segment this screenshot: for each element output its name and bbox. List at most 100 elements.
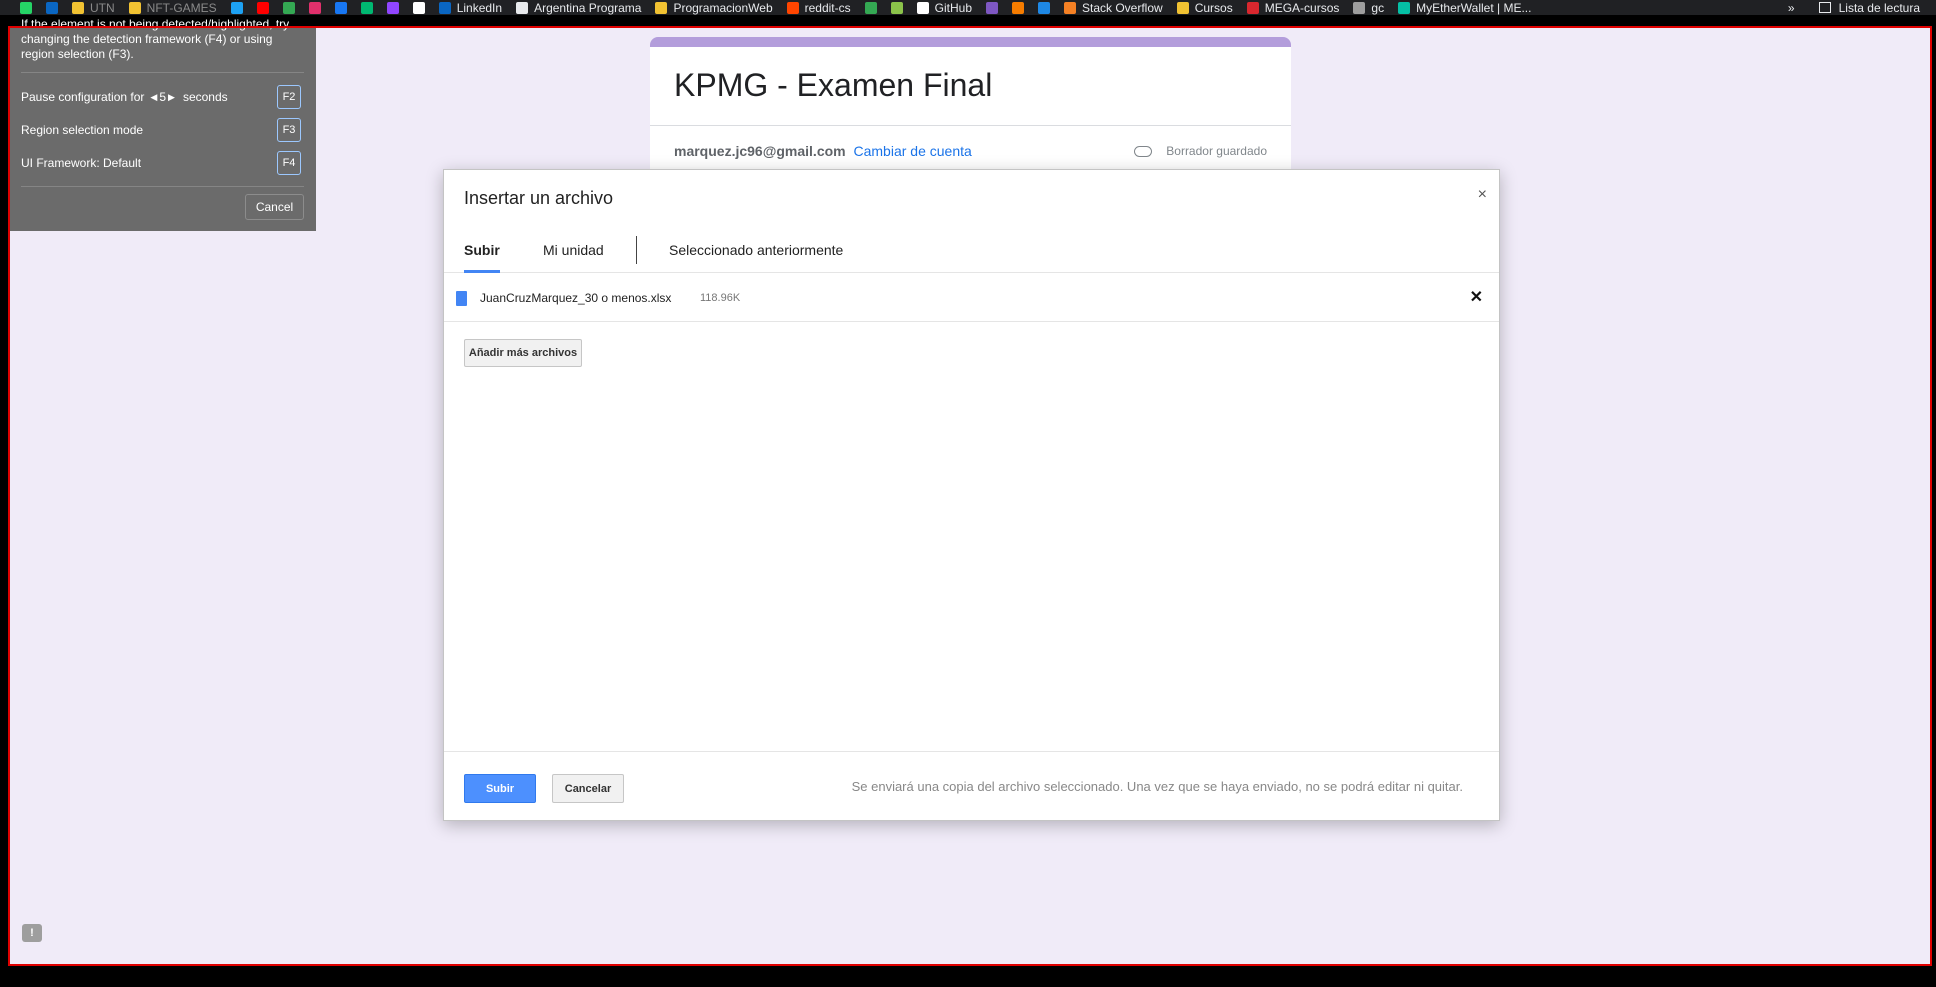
f2-key-button[interactable]: F2	[277, 85, 301, 109]
increase-arrow-icon[interactable]: ▶	[168, 92, 175, 103]
bookmark-favicon-icon	[412, 1, 425, 14]
bookmark-item[interactable]: reddit-cs	[786, 0, 851, 15]
bookmark-favicon-icon	[1064, 1, 1076, 14]
reading-list-label: Lista de lectura	[1838, 0, 1920, 15]
upload-button[interactable]: Subir	[464, 774, 536, 803]
remove-file-icon[interactable]: ✕	[1470, 287, 1483, 307]
bookmark-item[interactable]: ProgramacionWeb	[655, 0, 773, 15]
pause-value: 5	[159, 90, 167, 104]
bookmark-item[interactable]	[282, 1, 301, 14]
region-label: Region selection mode	[21, 123, 144, 137]
reading-list-icon	[1818, 2, 1831, 13]
bookmark-item[interactable]	[20, 1, 38, 14]
reading-list-button[interactable]: Lista de lectura	[1818, 0, 1920, 15]
draft-status: Borrador guardado	[1134, 144, 1267, 158]
f4-key-button[interactable]: F4	[277, 151, 301, 175]
tab-my-drive[interactable]: Mi unidad	[543, 228, 604, 272]
bookmark-favicon-icon	[916, 1, 929, 14]
bookmark-item[interactable]: Cursos	[1176, 0, 1233, 15]
bookmark-item[interactable]	[864, 1, 883, 14]
bookmark-label: reddit-cs	[804, 0, 851, 15]
framework-label: UI Framework: Default	[21, 156, 142, 170]
bookmark-item[interactable]	[412, 1, 431, 14]
dialog-footer: Subir Cancelar Se enviará una copia del …	[444, 751, 1499, 821]
bookmark-item[interactable]: gc	[1353, 0, 1385, 15]
bookmark-item[interactable]	[334, 1, 353, 14]
form-title: KPMG - Examen Final	[674, 67, 993, 103]
bookmark-favicon-icon	[256, 1, 269, 14]
bookmark-label: NFT-GAMES	[146, 0, 217, 15]
account-email: marquez.jc96@gmail.com	[674, 143, 846, 159]
bookmark-label: ProgramacionWeb	[673, 0, 773, 15]
bookmark-item[interactable]: LinkedIn	[438, 0, 503, 15]
bookmark-item[interactable]	[46, 1, 64, 14]
bookmark-item[interactable]	[1012, 1, 1030, 14]
bookmark-favicon-icon	[282, 1, 295, 14]
upload-note: Se enviará una copia del archivo selecci…	[851, 779, 1463, 794]
draft-status-label: Borrador guardado	[1166, 144, 1267, 158]
f3-key-button[interactable]: F3	[277, 118, 301, 142]
pause-unit: seconds	[182, 90, 228, 104]
insert-file-dialog: Insertar un archivo × Subir Mi unidad Se…	[443, 169, 1500, 821]
bookmark-item[interactable]: UTN	[72, 1, 115, 14]
bookmark-item[interactable]	[386, 1, 405, 14]
tab-previously-selected[interactable]: Seleccionado anteriormente	[669, 228, 843, 272]
tab-separator	[636, 236, 637, 264]
bookmark-item[interactable]	[986, 1, 1004, 14]
bookmark-favicon-icon	[1176, 1, 1189, 14]
divider	[650, 125, 1291, 126]
cancel-button[interactable]: Cancelar	[552, 774, 624, 803]
bookmark-item[interactable]	[360, 1, 379, 14]
bottom-strip	[0, 966, 1936, 987]
more-bookmarks-button[interactable]: »	[1788, 1, 1795, 15]
bookmark-item[interactable]	[256, 1, 275, 14]
file-name: JuanCruzMarquez_30 o menos.xlsx	[480, 291, 672, 305]
bookmark-label: Stack Overflow	[1082, 0, 1163, 15]
bookmark-list: UTN NFT-GAMES LinkedIn Argentina Programa Pr…	[20, 0, 1545, 15]
bookmark-favicon-icon	[986, 1, 998, 14]
bookmark-item[interactable]: Argentina Programa	[516, 1, 641, 14]
bookmark-item[interactable]	[1038, 1, 1056, 14]
pause-label: Pause configuration for	[21, 90, 145, 104]
bookmark-item[interactable]	[230, 1, 249, 14]
bookmark-favicon-icon	[230, 1, 243, 14]
bookmark-favicon-icon	[308, 1, 321, 14]
divider	[21, 186, 304, 187]
file-size: 118.96K	[700, 292, 741, 304]
bookmark-favicon-icon	[786, 1, 799, 14]
help-text: If the element is not being detected/hig…	[21, 17, 290, 61]
bookmark-favicon-icon	[386, 1, 399, 14]
bookmark-item[interactable]: MyEtherWallet | ME...	[1398, 0, 1532, 15]
switch-account-link[interactable]: Cambiar de cuenta	[854, 143, 972, 159]
bookmark-favicon-icon	[46, 1, 58, 14]
bookmark-item[interactable]: GitHub	[916, 0, 972, 15]
bookmark-item[interactable]	[890, 1, 909, 14]
bookmark-item[interactable]	[308, 1, 327, 14]
bookmark-label: MEGA-cursos	[1264, 0, 1340, 15]
bookmark-favicon-icon	[334, 1, 347, 14]
bookmark-label: GitHub	[934, 0, 972, 15]
feedback-icon[interactable]: !	[22, 924, 42, 942]
bookmark-favicon-icon	[1012, 1, 1024, 14]
bookmark-item[interactable]: MEGA-cursos	[1246, 0, 1340, 15]
bookmark-favicon-icon	[128, 1, 141, 14]
bookmark-item[interactable]: Stack Overflow	[1064, 0, 1163, 15]
account-info: marquez.jc96@gmail.com Cambiar de cuenta	[674, 143, 972, 159]
file-list-item: JuanCruzMarquez_30 o menos.xlsx 118.96K …	[444, 274, 1499, 322]
bookmark-label: gc	[1371, 0, 1385, 15]
framework-row: UI Framework: Default F4	[21, 151, 311, 175]
cloud-icon	[1134, 145, 1153, 157]
tab-upload[interactable]: Subir	[464, 228, 500, 273]
bookmark-favicon-icon	[890, 1, 903, 14]
bookmark-item[interactable]: NFT-GAMES	[128, 0, 217, 15]
bookmark-favicon-icon	[1038, 1, 1050, 14]
decrease-arrow-icon[interactable]: ◀	[150, 92, 157, 103]
close-icon[interactable]: ×	[1478, 186, 1487, 204]
bookmark-label: Cursos	[1194, 0, 1233, 15]
bookmark-favicon-icon	[438, 1, 451, 14]
bookmark-label: MyEtherWallet | ME...	[1416, 0, 1532, 15]
cancel-button[interactable]: Cancel	[245, 194, 304, 220]
bookmark-label: LinkedIn	[456, 0, 503, 15]
bookmarks-bar: UTN NFT-GAMES LinkedIn Argentina Programa Pr…	[0, 0, 1936, 15]
add-more-files-button[interactable]: Añadir más archivos	[464, 339, 582, 367]
